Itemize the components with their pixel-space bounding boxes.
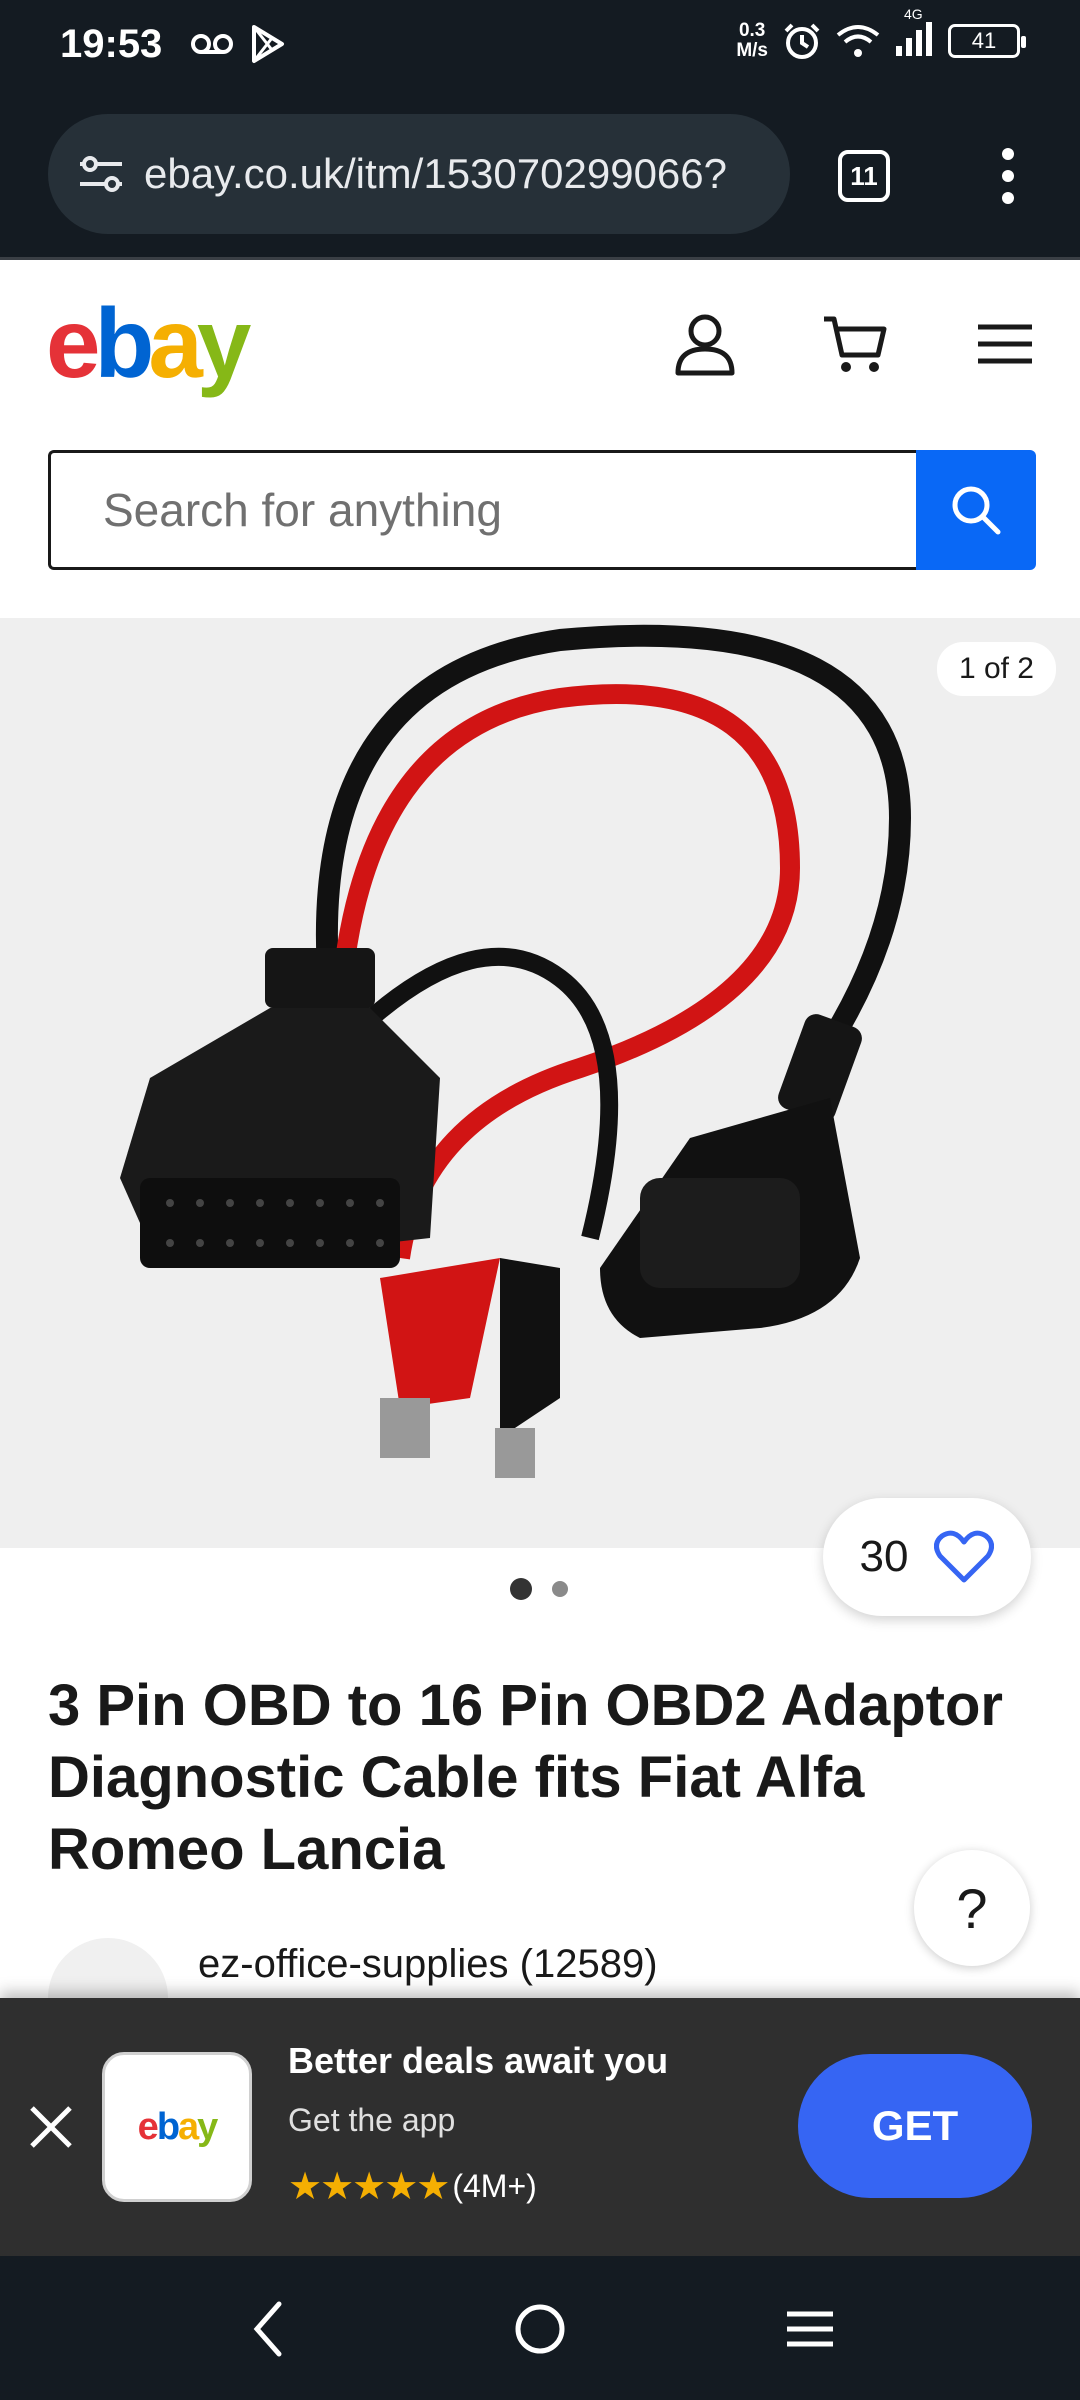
address-bar[interactable]: ebay.co.uk/itm/153070299066? — [48, 114, 790, 234]
product-title: 3 Pin OBD to 16 Pin OBD2 Adaptor Diagnos… — [48, 1673, 1003, 1882]
alarm-icon — [784, 23, 820, 59]
back-icon[interactable] — [235, 2294, 305, 2364]
recents-icon[interactable] — [775, 2294, 845, 2364]
more-options-icon[interactable] — [990, 146, 1026, 206]
logo-letter-e: e — [46, 288, 100, 398]
ebay-app-logo: ebay — [102, 2052, 252, 2202]
tab-switcher-button[interactable]: 11 — [838, 150, 890, 202]
status-bar: 19:53 0.3 M/s 4G 41 — [0, 0, 1080, 92]
app-logo-letter-a: a — [178, 2105, 199, 2148]
wifi-icon — [836, 24, 880, 57]
battery-indicator: 41 — [948, 23, 1026, 58]
get-app-button[interactable]: GET — [798, 2054, 1032, 2198]
network-speed-unit: M/s — [736, 39, 768, 61]
seller-info[interactable]: ez-office-supplies (12589) — [48, 1938, 1080, 2058]
app-logo-letter-y: y — [197, 2105, 218, 2148]
app-logo-letter-b: b — [156, 2105, 180, 2148]
ebay-logo[interactable]: ebay — [46, 287, 251, 400]
logo-letter-a: a — [148, 288, 202, 398]
status-time: 19:53 — [60, 22, 163, 66]
product-image-gallery[interactable]: 1 of 2 — [0, 618, 1080, 1548]
cart-icon[interactable] — [820, 309, 890, 379]
watch-button[interactable]: 30 — [823, 1498, 1031, 1616]
battery-level: 41 — [971, 27, 997, 53]
heart-icon — [934, 1530, 995, 1583]
site-settings-icon[interactable] — [74, 147, 128, 201]
banner-subtitle: Get the app — [288, 2102, 456, 2138]
obd-cable-photo — [120, 624, 912, 1478]
close-icon[interactable] — [26, 2102, 76, 2152]
account-icon[interactable] — [670, 309, 740, 379]
cell-signal: 4G — [894, 6, 934, 63]
status-right-icons: 0.3 M/s 4G 41 — [736, 6, 1026, 63]
voicemail-icon — [191, 34, 233, 54]
logo-letter-b: b — [94, 288, 155, 398]
star-rating-icon: ★★★★★ — [288, 2166, 450, 2208]
signal-icon — [896, 22, 932, 56]
menu-icon[interactable] — [970, 309, 1040, 379]
system-nav-bar — [0, 2256, 1080, 2400]
search-bar: Search for anything — [48, 450, 1036, 570]
network-speed-value: 0.3 — [738, 19, 766, 41]
network-type: 4G — [904, 6, 923, 22]
gallery-pagination — [510, 1578, 568, 1600]
app-install-banner: ebay Better deals await you Get the app … — [0, 1998, 1080, 2256]
seller-name[interactable]: ez-office-supplies (12589) — [198, 1942, 658, 1987]
url-text[interactable]: ebay.co.uk/itm/153070299066? — [144, 150, 764, 198]
app-rating: ★★★★★ (4M+) — [288, 2164, 537, 2209]
search-input[interactable]: Search for anything — [48, 450, 918, 570]
search-icon — [952, 486, 1001, 535]
image-counter: 1 of 2 — [936, 642, 1056, 696]
search-button[interactable] — [916, 450, 1036, 570]
pagination-dot[interactable] — [552, 1581, 568, 1597]
browser-toolbar: ebay.co.uk/itm/153070299066? 11 — [0, 92, 1080, 260]
rating-count: (4M+) — [452, 2168, 537, 2204]
play-store-icon — [252, 25, 284, 63]
status-left-icons — [190, 24, 286, 64]
ebay-header: ebay — [0, 263, 1080, 443]
network-speed: 0.3 M/s — [736, 19, 768, 61]
banner-title: Better deals await you — [288, 2040, 669, 2081]
pagination-dot-active[interactable] — [510, 1578, 532, 1600]
app-logo-letter-e: e — [137, 2105, 159, 2148]
watch-count: 30 — [859, 1532, 909, 1581]
logo-letter-y: y — [196, 288, 251, 398]
question-icon: ? — [956, 1876, 988, 1940]
home-icon[interactable] — [505, 2294, 575, 2364]
